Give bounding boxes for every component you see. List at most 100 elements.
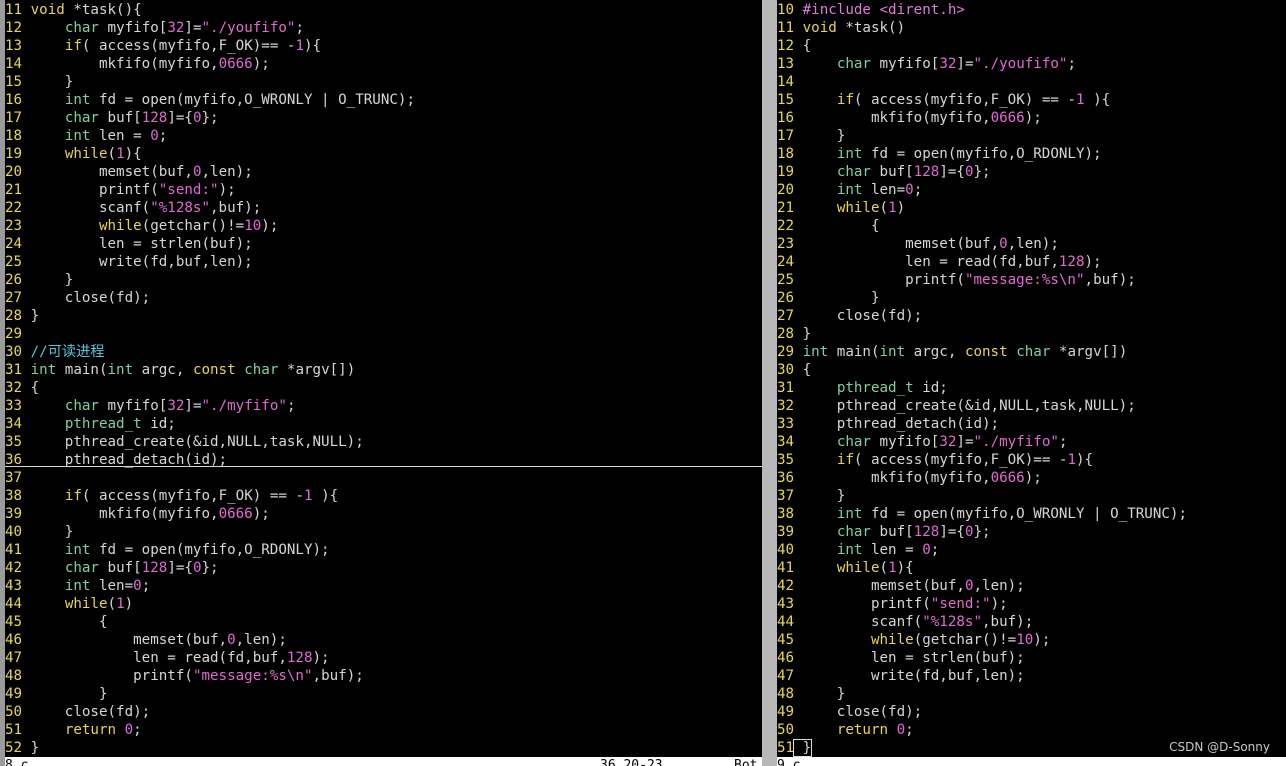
code-line[interactable]: 16 mkfifo(myfifo,0666); xyxy=(777,109,1286,127)
code-line[interactable]: 42 memset(buf,0,len); xyxy=(777,577,1286,595)
code-line[interactable]: 21 while(1) xyxy=(777,199,1286,217)
code-line[interactable]: 31 int main(int argc, const char *argv[]… xyxy=(5,361,762,379)
line-number: 32 xyxy=(5,380,23,396)
code-line[interactable]: 27 close(fd); xyxy=(777,307,1286,325)
code-line[interactable]: 39 mkfifo(myfifo,0666); xyxy=(5,505,762,523)
code-line[interactable]: 41 int fd = open(myfifo,O_RDONLY); xyxy=(5,541,762,559)
code-line[interactable]: 22 scanf("%128s",buf); xyxy=(5,199,762,217)
line-number: 45 xyxy=(777,632,795,648)
code-line[interactable]: 33 pthread_detach(id); xyxy=(777,415,1286,433)
code-line[interactable]: 12 { xyxy=(777,37,1286,55)
code-line[interactable]: 29 int main(int argc, const char *argv[]… xyxy=(777,343,1286,361)
code-line[interactable]: 13 char myfifo[32]="./youfifo"; xyxy=(777,55,1286,73)
code-line[interactable]: 28 } xyxy=(5,307,762,325)
code-line[interactable]: 47 write(fd,buf,len); xyxy=(777,667,1286,685)
code-line[interactable]: 14 xyxy=(777,73,1286,91)
code-line[interactable]: 19 char buf[128]={0}; xyxy=(777,163,1286,181)
line-text: printf("message:%s\n",buf); xyxy=(22,668,364,684)
vertical-split-separator[interactable] xyxy=(762,0,777,766)
code-line[interactable]: 36 mkfifo(myfifo,0666); xyxy=(777,469,1286,487)
code-line[interactable]: 43 printf("send:"); xyxy=(777,595,1286,613)
code-line[interactable]: 34 char myfifo[32]="./myfifo"; xyxy=(777,433,1286,451)
left-editor-pane[interactable]: 11 void *task(){12 char myfifo[32]="./yo… xyxy=(5,0,762,766)
code-line[interactable]: 48 printf("message:%s\n",buf); xyxy=(5,667,762,685)
code-line[interactable]: 44 scanf("%128s",buf); xyxy=(777,613,1286,631)
line-number: 37 xyxy=(777,488,795,504)
code-line[interactable]: 28 } xyxy=(777,325,1286,343)
code-line[interactable]: 45 while(getchar()!=10); xyxy=(777,631,1286,649)
code-line[interactable]: 44 while(1) xyxy=(5,595,762,613)
code-line[interactable]: 30 { xyxy=(777,361,1286,379)
code-line[interactable]: 39 char buf[128]={0}; xyxy=(777,523,1286,541)
code-line[interactable]: 38 int fd = open(myfifo,O_WRONLY | O_TRU… xyxy=(777,505,1286,523)
line-number: 48 xyxy=(777,686,795,702)
code-line[interactable]: 46 memset(buf,0,len); xyxy=(5,631,762,649)
code-line[interactable]: 11 void *task(){ xyxy=(5,1,762,19)
code-line[interactable]: 34 pthread_t id; xyxy=(5,415,762,433)
right-code-area[interactable]: 10 #include <dirent.h> 11 void *task() 12 … xyxy=(777,1,1286,757)
code-line[interactable]: 51 return 0; xyxy=(5,721,762,739)
code-line[interactable]: 19 while(1){ xyxy=(5,145,762,163)
code-line[interactable]: 24 len = read(fd,buf,128); xyxy=(777,253,1286,271)
code-line[interactable]: 24 len = strlen(buf); xyxy=(5,235,762,253)
code-line[interactable]: 30 //可读进程 xyxy=(5,343,762,361)
code-line[interactable]: 47 len = read(fd,buf,128); xyxy=(5,649,762,667)
code-line[interactable]: 18 int fd = open(myfifo,O_RDONLY); xyxy=(777,145,1286,163)
code-line[interactable]: 35 if( access(myfifo,F_OK)== -1){ xyxy=(777,451,1286,469)
code-line[interactable]: 52 } xyxy=(5,739,762,757)
code-line[interactable]: 25 printf("message:%s\n",buf); xyxy=(777,271,1286,289)
left-lower-split[interactable]: 37 38 if( access(myfifo,F_OK) == -1 ){39 … xyxy=(5,469,762,757)
code-line[interactable]: 10 #include <dirent.h> xyxy=(777,1,1286,19)
code-line[interactable]: 29 xyxy=(5,325,762,343)
code-line[interactable]: 32 { xyxy=(5,379,762,397)
code-line[interactable]: 42 char buf[128]={0}; xyxy=(5,559,762,577)
code-line[interactable]: 41 while(1){ xyxy=(777,559,1286,577)
code-line[interactable]: 21 printf("send:"); xyxy=(5,181,762,199)
code-line[interactable]: 26 } xyxy=(777,289,1286,307)
code-line[interactable]: 50 close(fd); xyxy=(5,703,762,721)
code-line[interactable]: 48 } xyxy=(777,685,1286,703)
code-line[interactable]: 17 char buf[128]={0}; xyxy=(5,109,762,127)
code-line[interactable]: 15 if( access(myfifo,F_OK) == -1 ){ xyxy=(777,91,1286,109)
line-number: 30 xyxy=(5,344,23,360)
code-line[interactable]: 37 } xyxy=(777,487,1286,505)
line-number: 11 xyxy=(777,20,795,36)
split-divider[interactable] xyxy=(5,466,762,467)
code-line[interactable]: 16 int fd = open(myfifo,O_WRONLY | O_TRU… xyxy=(5,91,762,109)
code-line[interactable]: 40 } xyxy=(5,523,762,541)
code-line[interactable]: 32 pthread_create(&id,NULL,task,NULL); xyxy=(777,397,1286,415)
code-line[interactable]: 38 if( access(myfifo,F_OK) == -1 ){ xyxy=(5,487,762,505)
code-line[interactable]: 31 pthread_t id; xyxy=(777,379,1286,397)
code-line[interactable]: 50 return 0; xyxy=(777,721,1286,739)
left-upper-split[interactable]: 11 void *task(){12 char myfifo[32]="./yo… xyxy=(5,1,762,469)
line-text: char myfifo[32]="./youfifo"; xyxy=(64,20,305,36)
code-line[interactable]: 20 memset(buf,0,len); xyxy=(5,163,762,181)
code-line[interactable]: 11 void *task() xyxy=(777,19,1286,37)
code-line[interactable]: 25 write(fd,buf,len); xyxy=(5,253,762,271)
code-line[interactable]: 13 if( access(myfifo,F_OK)== -1){ xyxy=(5,37,762,55)
code-line[interactable]: 46 len = strlen(buf); xyxy=(777,649,1286,667)
code-line[interactable]: 27 close(fd); xyxy=(5,289,762,307)
code-line[interactable]: 17 } xyxy=(777,127,1286,145)
code-line[interactable]: 14 mkfifo(myfifo,0666); xyxy=(5,55,762,73)
code-line[interactable]: 23 memset(buf,0,len); xyxy=(777,235,1286,253)
right-editor-pane[interactable]: 10 #include <dirent.h> 11 void *task() 12 … xyxy=(777,0,1286,766)
code-line[interactable]: 37 xyxy=(5,469,762,487)
code-line[interactable]: 33 char myfifo[32]="./myfifo"; xyxy=(5,397,762,415)
code-line[interactable]: 49 } xyxy=(5,685,762,703)
code-line[interactable]: 49 close(fd); xyxy=(777,703,1286,721)
code-line[interactable]: 20 int len=0; xyxy=(777,181,1286,199)
code-line[interactable]: 22 { xyxy=(777,217,1286,235)
code-line[interactable]: 26 } xyxy=(5,271,762,289)
code-line[interactable]: 15 } xyxy=(5,73,762,91)
line-number: 49 xyxy=(5,686,23,702)
line-text: } xyxy=(793,739,813,757)
code-line[interactable]: 18 int len = 0; xyxy=(5,127,762,145)
code-line[interactable]: 35 pthread_create(&id,NULL,task,NULL); xyxy=(5,433,762,451)
code-line[interactable]: 43 int len=0; xyxy=(5,577,762,595)
code-line[interactable]: 12 char myfifo[32]="./youfifo"; xyxy=(5,19,762,37)
code-line[interactable]: 40 int len = 0; xyxy=(777,541,1286,559)
code-line[interactable]: 45 { xyxy=(5,613,762,631)
line-number: 44 xyxy=(5,596,23,612)
code-line[interactable]: 23 while(getchar()!=10); xyxy=(5,217,762,235)
